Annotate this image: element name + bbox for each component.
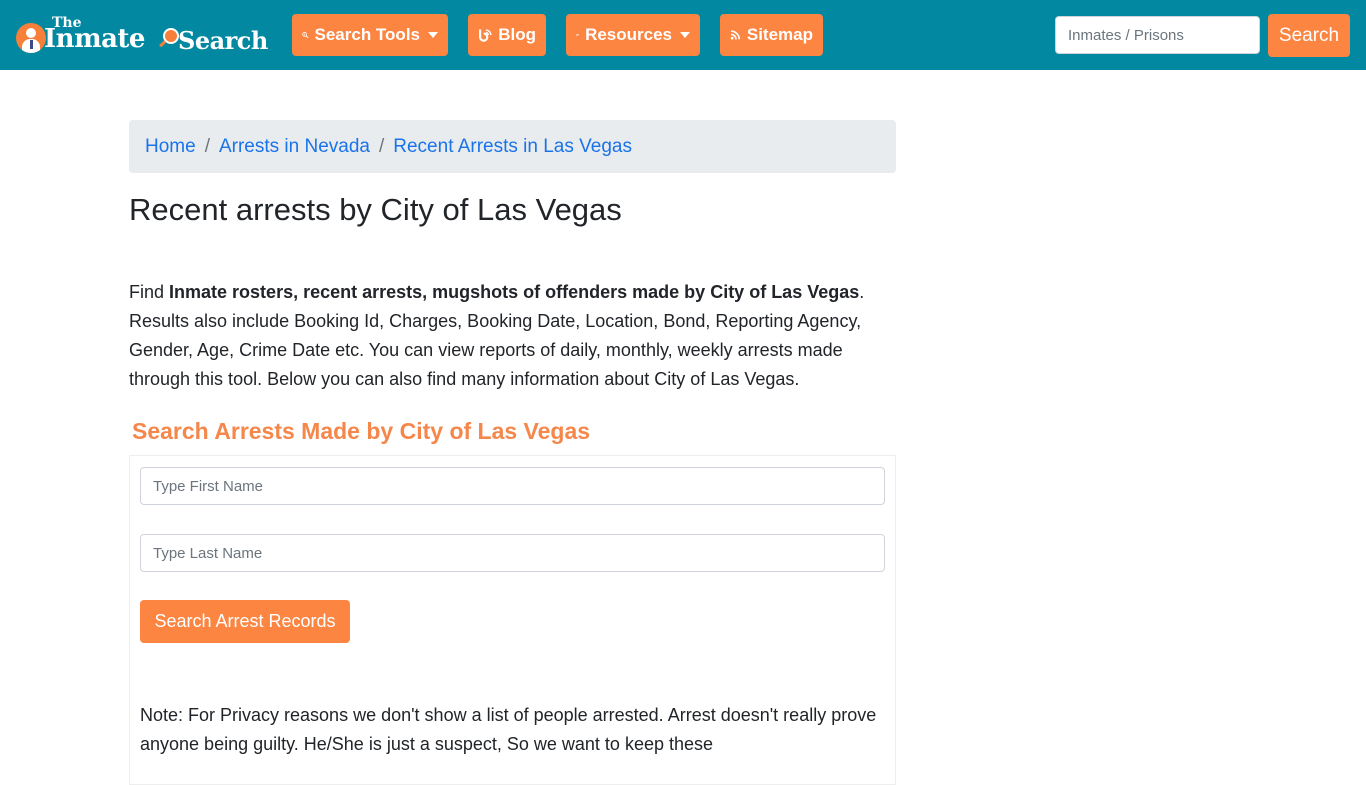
nav-sitemap-button[interactable]: Sitemap: [720, 14, 823, 56]
nav-resources-button[interactable]: Resources: [566, 14, 700, 56]
arrest-search-form: Search Arrest Records Note: For Privacy …: [129, 455, 896, 785]
intro-paragraph: Find Inmate rosters, recent arrests, mug…: [129, 278, 899, 394]
inmate-avatar-icon: [16, 23, 46, 53]
breadcrumb-separator: /: [204, 135, 210, 157]
navbar: The Inmate Search Search Tools Blog Reso…: [0, 0, 1366, 70]
breadcrumb-home[interactable]: Home: [145, 136, 196, 158]
nav-search-tools-label: Search Tools: [314, 25, 421, 44]
header-search-button[interactable]: Search: [1268, 14, 1350, 57]
nav-blog-label: Blog: [498, 25, 536, 44]
logo-text-search: Search: [178, 26, 268, 55]
header-search-input[interactable]: [1055, 16, 1260, 54]
logo-text-inmate: Inmate: [44, 24, 145, 54]
search-section-title: Search Arrests Made by City of Las Vegas: [132, 418, 591, 444]
chevron-down-icon: [680, 32, 690, 38]
nav-sitemap-label: Sitemap: [746, 25, 813, 44]
search-tools-icon: [302, 32, 309, 39]
breadcrumb-arrests-in-nevada[interactable]: Arrests in Nevada: [219, 136, 370, 158]
site-logo[interactable]: The Inmate Search: [14, 16, 274, 56]
blog-icon: [479, 29, 492, 42]
privacy-note: Note: For Privacy reasons we don't show …: [140, 705, 877, 754]
last-name-input[interactable]: [140, 534, 885, 572]
leaf-icon: [576, 33, 579, 37]
magnifier-icon: [163, 28, 179, 44]
intro-prefix: Find: [129, 282, 170, 302]
breadcrumb: Home / Arrests in Nevada / Recent Arrest…: [129, 120, 896, 173]
first-name-input[interactable]: [140, 467, 885, 505]
rss-icon: [730, 30, 741, 40]
page-title: Recent arrests by City of Las Vegas: [129, 192, 622, 227]
nav-resources-label: Resources: [585, 25, 672, 44]
nav-search-tools-button[interactable]: Search Tools: [292, 14, 448, 56]
breadcrumb-separator: /: [378, 135, 385, 157]
breadcrumb-recent-arrests-las-vegas[interactable]: Recent Arrests in Las Vegas: [393, 136, 632, 158]
search-arrest-records-button[interactable]: Search Arrest Records: [140, 600, 350, 643]
chevron-down-icon: [428, 32, 438, 38]
nav-blog-button[interactable]: Blog: [468, 14, 546, 56]
intro-highlight: Inmate rosters, recent arrests, mugshots…: [169, 282, 860, 302]
